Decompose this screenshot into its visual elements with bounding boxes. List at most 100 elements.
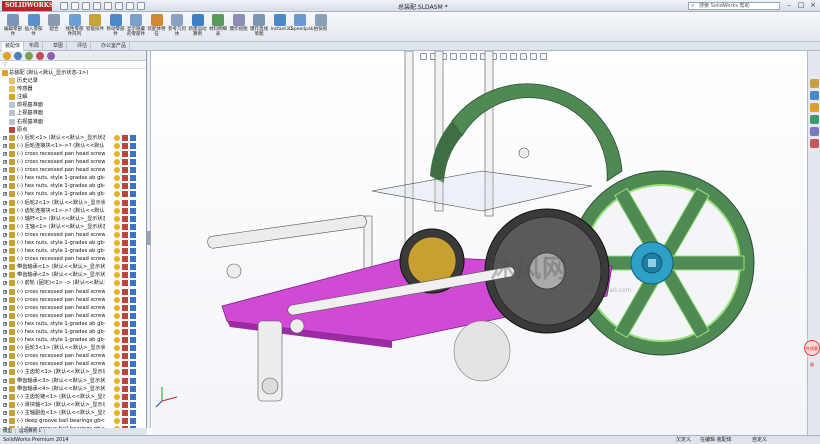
toolbar-button[interactable]: 材料明细表 bbox=[209, 14, 227, 37]
expand-toggle[interactable]: + bbox=[3, 410, 7, 415]
expand-toggle[interactable]: + bbox=[3, 265, 7, 270]
view-palette-icon[interactable] bbox=[810, 115, 819, 124]
expand-toggle[interactable]: + bbox=[3, 224, 7, 229]
tree-item[interactable]: + (-) cross recessed pan head screw bbox=[0, 231, 147, 239]
toolbar-button[interactable]: 参考几何体 bbox=[168, 14, 186, 37]
tree-item[interactable]: + (-) cross recessed pan head screw bbox=[0, 150, 147, 158]
expand-toggle[interactable]: + bbox=[3, 330, 7, 334]
expand-toggle[interactable]: + bbox=[3, 160, 7, 165]
tree-item[interactable]: + (-) hex nuts, style 1-grades ab gb< bbox=[0, 328, 147, 336]
tree-item[interactable]: + (-) cross recessed pan head screw bbox=[0, 288, 147, 296]
tree-item[interactable]: + (-) 轴杆<1> (默认<<默认>_显示状态 bbox=[0, 215, 147, 223]
tree-item[interactable]: + (-) cross recessed pan head screw bbox=[0, 312, 147, 320]
open-doc-icon[interactable] bbox=[71, 2, 79, 10]
tree-item[interactable]: + (-) hex nuts, style 1-grades ab gb< bbox=[0, 182, 147, 190]
tree-item[interactable]: + (-) cross recessed pan head screw bbox=[0, 166, 147, 174]
feature-tree-icon[interactable] bbox=[3, 52, 11, 60]
toolbar-button[interactable]: 配合 bbox=[45, 14, 63, 32]
expand-toggle[interactable]: + bbox=[3, 281, 7, 286]
units-status[interactable]: 自定义 bbox=[752, 436, 767, 444]
tab-2[interactable]: 草图 bbox=[50, 42, 68, 51]
tree-item[interactable]: + (-) deep groove ball bearings gb< bbox=[0, 417, 147, 425]
expand-toggle[interactable]: + bbox=[3, 297, 7, 302]
toolbar-button[interactable]: 爆炸视图 bbox=[230, 14, 248, 32]
tree-item[interactable]: + 带齿轴承<4> (默认<<默认>_显示状 bbox=[0, 385, 147, 393]
expand-toggle[interactable]: + bbox=[3, 143, 7, 148]
tree-item[interactable]: + 带齿轴承<3> (默认<<默认>_显示状 bbox=[0, 377, 147, 385]
new-doc-icon[interactable] bbox=[60, 2, 68, 10]
tab-0[interactable]: 装配体 bbox=[2, 42, 25, 51]
config-manager-icon[interactable] bbox=[25, 52, 33, 60]
tree-filter[interactable]: ▽ bbox=[0, 61, 146, 69]
expand-toggle[interactable]: + bbox=[3, 200, 7, 205]
tree-item[interactable]: 历史记录 bbox=[0, 77, 147, 85]
expand-toggle[interactable]: + bbox=[3, 321, 7, 326]
select-icon[interactable] bbox=[115, 2, 123, 10]
expand-toggle[interactable]: + bbox=[3, 176, 7, 181]
tree-item[interactable]: + (-) cross recessed pan head screw bbox=[0, 296, 147, 304]
expand-toggle[interactable]: + bbox=[3, 216, 7, 221]
online-support-badge[interactable]: 在线客服 bbox=[804, 340, 820, 367]
tree-item[interactable]: + (-) hex nuts, style 1-grades ab gb< bbox=[0, 174, 147, 182]
expand-toggle[interactable]: + bbox=[3, 354, 7, 359]
expand-toggle[interactable]: + bbox=[3, 184, 7, 189]
toolbar-button[interactable]: 新建运动算例 bbox=[189, 14, 207, 37]
tree-scrollbar[interactable] bbox=[147, 51, 151, 428]
tree-item[interactable]: + 带齿轴承<1> (默认<<默认>_显示状 bbox=[0, 263, 147, 271]
tree-item[interactable]: + (-) hex nuts, style 1-grades ab gb< bbox=[0, 320, 147, 328]
toolbar-button[interactable]: 编辑零部件 bbox=[4, 14, 22, 37]
tree-item[interactable]: + (-) 主轴副齿<1> (默认<<默认>_显示 bbox=[0, 409, 147, 417]
expand-toggle[interactable]: + bbox=[3, 240, 7, 245]
tree-item[interactable]: 原点 bbox=[0, 126, 147, 134]
tab-motion-study[interactable]: 运动算例 1 bbox=[16, 429, 46, 434]
options-icon[interactable] bbox=[137, 2, 145, 10]
toolbar-button[interactable]: Speedpak bbox=[291, 14, 313, 32]
expand-toggle[interactable]: + bbox=[3, 338, 7, 343]
tree-item[interactable]: + (-) hex nuts, style 1-grades ab gb< bbox=[0, 336, 147, 344]
expand-toggle[interactable]: + bbox=[3, 386, 7, 391]
toolbar-button[interactable]: 显示隐藏的零部件 bbox=[127, 14, 145, 37]
appearances-icon[interactable] bbox=[810, 127, 819, 136]
expand-toggle[interactable]: + bbox=[3, 289, 7, 294]
expand-toggle[interactable]: + bbox=[3, 402, 7, 407]
custom-properties-icon[interactable] bbox=[810, 139, 819, 148]
tree-item[interactable]: 右视基准面 bbox=[0, 118, 147, 126]
tree-item[interactable]: + (-) 齿轮连接块<1>->? (默认<<默认> bbox=[0, 207, 147, 215]
tree-item[interactable]: 上视基准面 bbox=[0, 109, 147, 117]
help-search-input[interactable]: ⌕ 搜索 SolidWorks 帮助 bbox=[688, 2, 780, 10]
toolbar-button[interactable]: 智能扣件 bbox=[86, 14, 104, 32]
expand-toggle[interactable]: + bbox=[3, 192, 7, 197]
expand-toggle[interactable]: + bbox=[3, 394, 7, 399]
tree-item[interactable]: + (-) 后轮连接块<1>->? (默认<<默认>_ bbox=[0, 142, 147, 150]
expand-toggle[interactable]: + bbox=[3, 208, 7, 213]
maximize-button[interactable]: □ bbox=[796, 1, 806, 10]
tree-item[interactable]: + (-) cross recessed pan head screw bbox=[0, 304, 147, 312]
toolbar-button[interactable]: 爆炸直线草图 bbox=[250, 14, 268, 37]
expand-toggle[interactable]: + bbox=[3, 273, 7, 278]
toolbar-button[interactable]: 移动零部件 bbox=[107, 14, 125, 37]
expand-toggle[interactable]: + bbox=[3, 257, 7, 262]
print-icon[interactable] bbox=[93, 2, 101, 10]
tree-item[interactable]: + (-) 后轮<1> (默认<<默认>_显示状态 bbox=[0, 134, 147, 142]
expand-toggle[interactable]: + bbox=[3, 362, 7, 367]
dim-expert-icon[interactable] bbox=[36, 52, 44, 60]
design-library-icon[interactable] bbox=[810, 91, 819, 100]
tree-item[interactable]: + (-) 后轮3<1> (默认<<默认>_显示状 bbox=[0, 344, 147, 352]
tree-item[interactable]: + (-) cross recessed pan head screw bbox=[0, 352, 147, 360]
tree-item[interactable]: + (-) hex nuts, style 1-grades ab gb< bbox=[0, 247, 147, 255]
graphics-viewport[interactable]: 沐风网 www.mfcad.com bbox=[152, 51, 807, 435]
display-manager-icon[interactable] bbox=[47, 52, 55, 60]
tree-item[interactable]: + (-) hex nuts, style 1-grades ab gb< bbox=[0, 239, 147, 247]
tree-item[interactable]: + (-) 滑块轴<1> (默认<<默认>_显示状 bbox=[0, 401, 147, 409]
tree-item[interactable]: + 带齿轴承<2> (默认<<默认>_显示状 bbox=[0, 271, 147, 279]
scrollbar-thumb[interactable] bbox=[147, 231, 151, 245]
toolbar-button[interactable]: 线性零部件阵列 bbox=[66, 14, 84, 37]
expand-toggle[interactable]: + bbox=[3, 305, 7, 310]
undo-icon[interactable] bbox=[104, 2, 112, 10]
toolbar-button[interactable]: 拍快照 bbox=[312, 14, 330, 32]
close-button[interactable]: × bbox=[808, 1, 818, 10]
tab-3[interactable]: 评估 bbox=[74, 42, 92, 51]
rebuild-icon[interactable] bbox=[126, 2, 134, 10]
toolbar-button[interactable]: 插入零部件 bbox=[25, 14, 43, 37]
tree-item[interactable]: + (-) 前轮 (固定)<1> -> (默认<<默认> bbox=[0, 279, 147, 287]
